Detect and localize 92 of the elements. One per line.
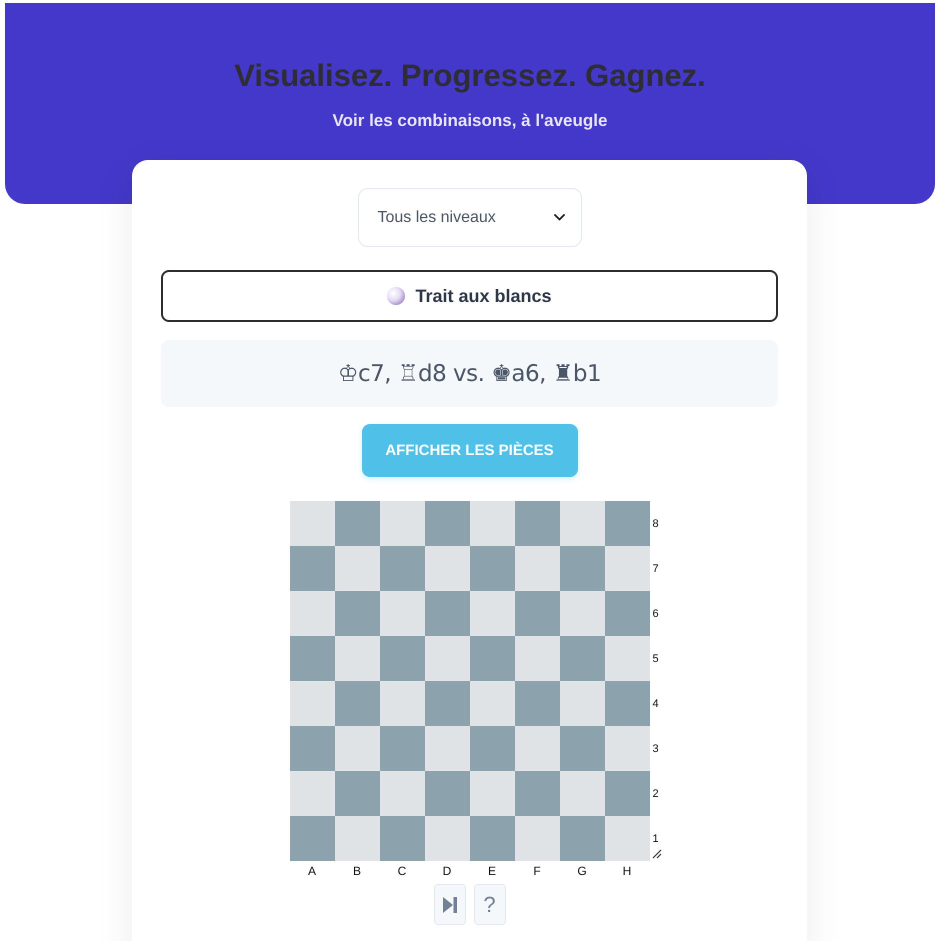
board-square bbox=[470, 681, 514, 726]
file-label: C bbox=[398, 864, 406, 878]
board-square bbox=[560, 636, 604, 681]
board-square bbox=[424, 591, 470, 636]
board-square bbox=[560, 501, 604, 546]
resize-grip-icon[interactable] bbox=[652, 849, 662, 859]
board-square bbox=[560, 546, 604, 591]
file-label: B bbox=[352, 864, 361, 878]
board-square bbox=[424, 771, 470, 816]
board-square bbox=[514, 681, 560, 726]
file-label: F bbox=[533, 864, 541, 878]
board-square bbox=[604, 501, 650, 546]
board-square bbox=[424, 816, 470, 861]
board-square bbox=[560, 726, 604, 771]
board-square bbox=[604, 546, 650, 591]
board-square bbox=[514, 546, 560, 591]
board-square bbox=[380, 591, 424, 636]
board-square bbox=[290, 501, 334, 546]
board-square bbox=[334, 726, 380, 771]
board-square bbox=[290, 681, 334, 726]
board-square bbox=[604, 726, 650, 771]
board-square bbox=[380, 816, 424, 861]
rank-label: 6 bbox=[652, 608, 659, 620]
board-square bbox=[470, 726, 514, 771]
board-square bbox=[334, 681, 380, 726]
board-square bbox=[604, 681, 650, 726]
rank-label: 3 bbox=[652, 742, 659, 754]
board-square bbox=[290, 726, 334, 771]
board-square bbox=[334, 636, 380, 681]
board-square bbox=[604, 771, 650, 816]
page-title: Visualisez. Progressez. Gagnez. bbox=[234, 58, 706, 94]
board-square bbox=[604, 591, 650, 636]
board-square bbox=[380, 636, 424, 681]
file-label: A bbox=[308, 864, 316, 878]
board-square bbox=[380, 726, 424, 771]
skip-forward-icon bbox=[442, 896, 456, 912]
file-label: G bbox=[577, 864, 587, 878]
file-label: D bbox=[442, 864, 452, 878]
position-text: ♔c7, ♖d8 vs. ♚a6, ♜b1 bbox=[338, 360, 602, 386]
board-square bbox=[560, 816, 604, 861]
rank-label: 8 bbox=[652, 518, 659, 530]
board-square bbox=[470, 501, 514, 546]
help-button[interactable]: ? bbox=[474, 884, 506, 925]
board-square bbox=[290, 591, 334, 636]
board-square bbox=[290, 816, 334, 861]
board-square bbox=[290, 546, 334, 591]
skip-button[interactable] bbox=[434, 884, 466, 925]
board-square bbox=[514, 771, 560, 816]
board-square bbox=[560, 771, 604, 816]
board-square bbox=[514, 816, 560, 861]
board-square bbox=[334, 771, 380, 816]
board-square bbox=[380, 681, 424, 726]
board-square bbox=[424, 546, 470, 591]
board-square bbox=[380, 771, 424, 816]
board-square bbox=[514, 726, 560, 771]
chevron-down-icon bbox=[554, 214, 564, 221]
board-square bbox=[424, 501, 470, 546]
board-square bbox=[470, 591, 514, 636]
board-square bbox=[514, 501, 560, 546]
rank-label: 7 bbox=[652, 562, 659, 574]
turn-label: Trait aux blancs bbox=[415, 286, 552, 306]
board-square bbox=[424, 681, 470, 726]
board-square bbox=[604, 636, 650, 681]
board-square bbox=[560, 591, 604, 636]
rank-label: 4 bbox=[652, 698, 659, 710]
board-square bbox=[380, 546, 424, 591]
file-label: E bbox=[488, 864, 496, 878]
board-square bbox=[604, 816, 650, 861]
rank-label: 5 bbox=[652, 652, 659, 664]
sphere-icon bbox=[387, 287, 406, 305]
board-square bbox=[334, 501, 380, 546]
board-square bbox=[334, 591, 380, 636]
board-square bbox=[470, 771, 514, 816]
rank-label: 2 bbox=[652, 788, 659, 800]
board-square bbox=[560, 681, 604, 726]
file-label: H bbox=[622, 864, 632, 878]
board-square bbox=[290, 636, 334, 681]
board-square bbox=[470, 816, 514, 861]
board-square bbox=[334, 816, 380, 861]
board-square bbox=[334, 546, 380, 591]
board-square bbox=[380, 501, 424, 546]
board-square bbox=[290, 771, 334, 816]
level-select[interactable]: Tous les niveaux bbox=[358, 188, 582, 247]
rank-label: 1 bbox=[652, 832, 659, 844]
board-square bbox=[470, 636, 514, 681]
board-square bbox=[514, 591, 560, 636]
board-square bbox=[514, 636, 560, 681]
board-square bbox=[424, 636, 470, 681]
board-square bbox=[424, 726, 470, 771]
show-pieces-button[interactable]: AFFICHER LES PIÈCES bbox=[362, 424, 578, 477]
board-square bbox=[470, 546, 514, 591]
page-subtitle: Voir les combinaisons, à l'aveugle bbox=[332, 110, 608, 132]
